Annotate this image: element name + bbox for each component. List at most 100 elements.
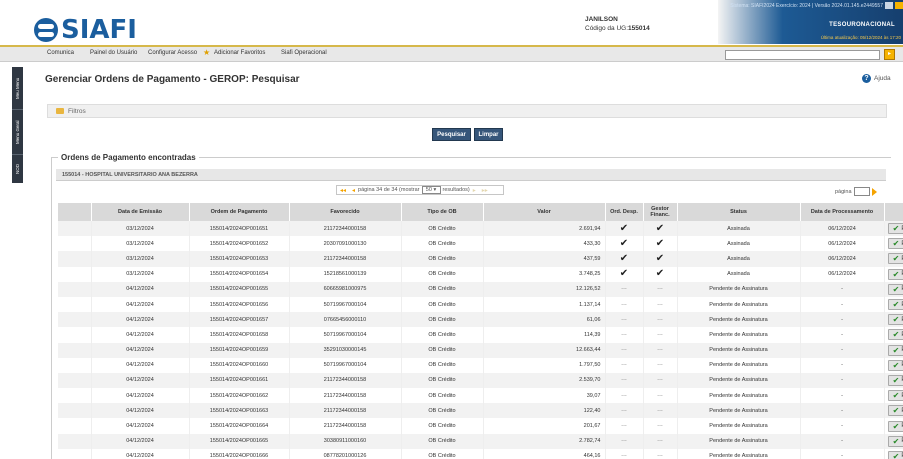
cell-ord-desp: ✔ xyxy=(605,251,644,267)
pre-doc-button[interactable]: ✔Pré-Doc xyxy=(887,435,903,447)
row-spacer xyxy=(58,388,92,404)
table-row[interactable]: 03/12/2024 155014/2024OP001651 21172344000… xyxy=(58,221,903,237)
table-row[interactable]: 04/12/2024 155014/2024OP001655 60665981000… xyxy=(58,281,903,297)
siafi-logo[interactable]: SIAFI xyxy=(34,15,137,45)
cell-data-processamento: 06/12/2024 xyxy=(800,236,885,252)
cell-data-processamento: 06/12/2024 xyxy=(800,221,885,237)
menu-configurar-acesso[interactable]: Configurar Acesso xyxy=(148,50,197,56)
pre-doc-button[interactable]: ✔Pré-Doc xyxy=(887,299,903,311)
menu-adicionar-favoritos[interactable]: Adicionar Favoritos xyxy=(214,50,265,56)
per-page-select[interactable]: 50 ▾ xyxy=(421,186,441,194)
filters-panel[interactable]: Filtros xyxy=(47,104,887,118)
cell-favorecido: 21172344000158 xyxy=(289,251,402,267)
check-icon: ✔ xyxy=(892,224,900,234)
pre-doc-button[interactable]: ✔Pré-Doc xyxy=(887,344,903,356)
cell-valor: 12.663,44 xyxy=(483,342,606,358)
search-go-icon[interactable]: ▸ xyxy=(884,49,895,60)
table-row[interactable]: 04/12/2024 155014/2024OP001659 35291030000… xyxy=(58,342,903,358)
cell-status: Pendente de Assinatura xyxy=(677,403,801,419)
side-tabs: Meu Menu Menu Geral NOD xyxy=(12,67,23,183)
table-row[interactable]: 03/12/2024 155014/2024OP001653 21172344000… xyxy=(58,251,903,267)
cell-data-emissao: 03/12/2024 xyxy=(91,236,190,252)
cell-tipo-ob: OB Crédito xyxy=(401,296,484,313)
table-row[interactable]: 04/12/2024 155014/2024OP001658 50719967000… xyxy=(58,327,903,343)
table-row[interactable]: 04/12/2024 155014/2024OP001661 21172344000… xyxy=(58,372,903,389)
help-link[interactable]: ? Ajuda xyxy=(862,74,891,83)
pre-doc-button[interactable]: ✔Pré-Doc xyxy=(887,405,903,417)
first-page-icon[interactable]: ◂◂ xyxy=(340,187,346,194)
ug-group-label: 155014 - HOSPITAL UNIVERSITARIO ANA BEZE… xyxy=(62,172,198,178)
clear-button[interactable]: Limpar xyxy=(474,128,503,141)
pre-doc-button[interactable]: ✔Pré-Doc xyxy=(887,314,903,326)
cell-ordem-pagamento: 155014/2024OP001659 xyxy=(189,342,290,358)
pre-doc-button[interactable]: ✔Pré-Doc xyxy=(887,283,903,295)
col-blank-header xyxy=(58,203,92,221)
prev-page-icon[interactable]: ◂ xyxy=(352,187,355,194)
table-row[interactable]: 04/12/2024 155014/2024OP001657 07665456000… xyxy=(58,312,903,328)
page-go-icon[interactable] xyxy=(871,187,877,196)
table-row[interactable]: 04/12/2024 155014/2024OP001663 21172344000… xyxy=(58,403,903,419)
menu-painel-usuario[interactable]: Painel do Usuário xyxy=(90,50,137,56)
table-row[interactable]: 04/12/2024 155014/2024OP001664 21172344000… xyxy=(58,418,903,434)
cell-action: ✔Pré-Doc xyxy=(884,296,903,313)
cell-ordem-pagamento: 155014/2024OP001654 xyxy=(189,266,290,282)
cell-status: Assinada xyxy=(677,221,801,237)
cell-valor: 114,39 xyxy=(483,327,606,343)
cell-action: ✔Pré-Doc xyxy=(884,418,903,434)
logout-icon[interactable] xyxy=(895,2,903,9)
cell-action: ✔Pré-Doc xyxy=(884,433,903,449)
cell-ord-desp: ✔ xyxy=(605,236,644,252)
menu-siafi-operacional[interactable]: Siafi Operacional xyxy=(281,50,327,56)
cell-data-processamento: - xyxy=(800,372,885,389)
cell-valor: 464,16 xyxy=(483,448,606,459)
menu-search-input[interactable] xyxy=(725,50,880,60)
cell-ordem-pagamento: 155014/2024OP001658 xyxy=(189,327,290,343)
cell-data-emissao: 04/12/2024 xyxy=(91,312,190,328)
pre-doc-button[interactable]: ✔Pré-Doc xyxy=(887,268,903,280)
pre-doc-button[interactable]: ✔Pré-Doc xyxy=(887,253,903,265)
pre-doc-button[interactable]: ✔Pré-Doc xyxy=(887,329,903,341)
pager-prefix: página 34 de 34 (mostrar xyxy=(358,187,420,193)
star-icon: ★ xyxy=(203,48,211,57)
pre-doc-button[interactable]: ✔Pré-Doc xyxy=(887,223,903,235)
table-row[interactable]: 04/12/2024 155014/2024OP001662 21172344000… xyxy=(58,388,903,404)
table-row[interactable]: 03/12/2024 155014/2024OP001654 15218561000… xyxy=(58,266,903,282)
minimize-icon[interactable] xyxy=(885,2,893,9)
pre-doc-button[interactable]: ✔Pré-Doc xyxy=(887,450,903,459)
cell-gestor-financ: --- xyxy=(643,342,678,358)
cell-ord-desp: ✔ xyxy=(605,266,644,282)
cell-action: ✔Pré-Doc xyxy=(884,448,903,459)
cell-favorecido: 50719967000104 xyxy=(289,296,402,313)
check-icon: ✔ xyxy=(892,436,900,446)
cell-favorecido: 60665981000975 xyxy=(289,281,402,297)
page-jump-input[interactable] xyxy=(853,187,870,196)
pre-doc-button[interactable]: ✔Pré-Doc xyxy=(887,374,903,386)
menu-comunica[interactable]: Comunica xyxy=(47,50,74,56)
table-row[interactable]: 04/12/2024 155014/2024OP001666 08778201000… xyxy=(58,448,903,459)
table-row[interactable]: 04/12/2024 155014/2024OP001660 50719967000… xyxy=(58,357,903,373)
pre-doc-button[interactable]: ✔Pré-Doc xyxy=(887,420,903,432)
last-update: Última atualização: 05/12/2024 às 17:20 xyxy=(820,35,901,40)
tesouro-banner: Sistema: SIAFI2024 Exercício: 2024 | Ver… xyxy=(718,0,903,44)
cell-gestor-financ: --- xyxy=(643,296,678,313)
sidetab-menu-geral[interactable]: Menu Geral xyxy=(12,110,23,154)
sidetab-meu-menu[interactable]: Meu Menu xyxy=(12,67,23,109)
check-icon: ✔ xyxy=(892,451,900,459)
page-title: Gerenciar Ordens de Pagamento - GEROP: P… xyxy=(45,74,300,85)
sidetab-nod[interactable]: NOD xyxy=(12,155,23,183)
table-row[interactable]: 04/12/2024 155014/2024OP001665 30380911000… xyxy=(58,433,903,449)
cell-valor: 12.126,52 xyxy=(483,281,606,297)
pre-doc-button[interactable]: ✔Pré-Doc xyxy=(887,359,903,371)
check-icon: ✔ xyxy=(892,269,900,279)
pre-doc-button[interactable]: ✔Pré-Doc xyxy=(887,238,903,250)
cell-data-processamento: 06/12/2024 xyxy=(800,266,885,282)
table-row[interactable]: 03/12/2024 155014/2024OP001652 20307091000… xyxy=(58,236,903,252)
cell-favorecido: 21172344000158 xyxy=(289,372,402,389)
pre-doc-button[interactable]: ✔Pré-Doc xyxy=(887,390,903,402)
search-button[interactable]: Pesquisar xyxy=(432,128,471,141)
table-row[interactable]: 04/12/2024 155014/2024OP001656 50719967000… xyxy=(58,296,903,313)
cell-data-emissao: 04/12/2024 xyxy=(91,448,190,459)
cell-action: ✔Pré-Doc xyxy=(884,372,903,389)
cell-ord-desp: --- xyxy=(605,388,644,404)
row-spacer xyxy=(58,251,92,267)
